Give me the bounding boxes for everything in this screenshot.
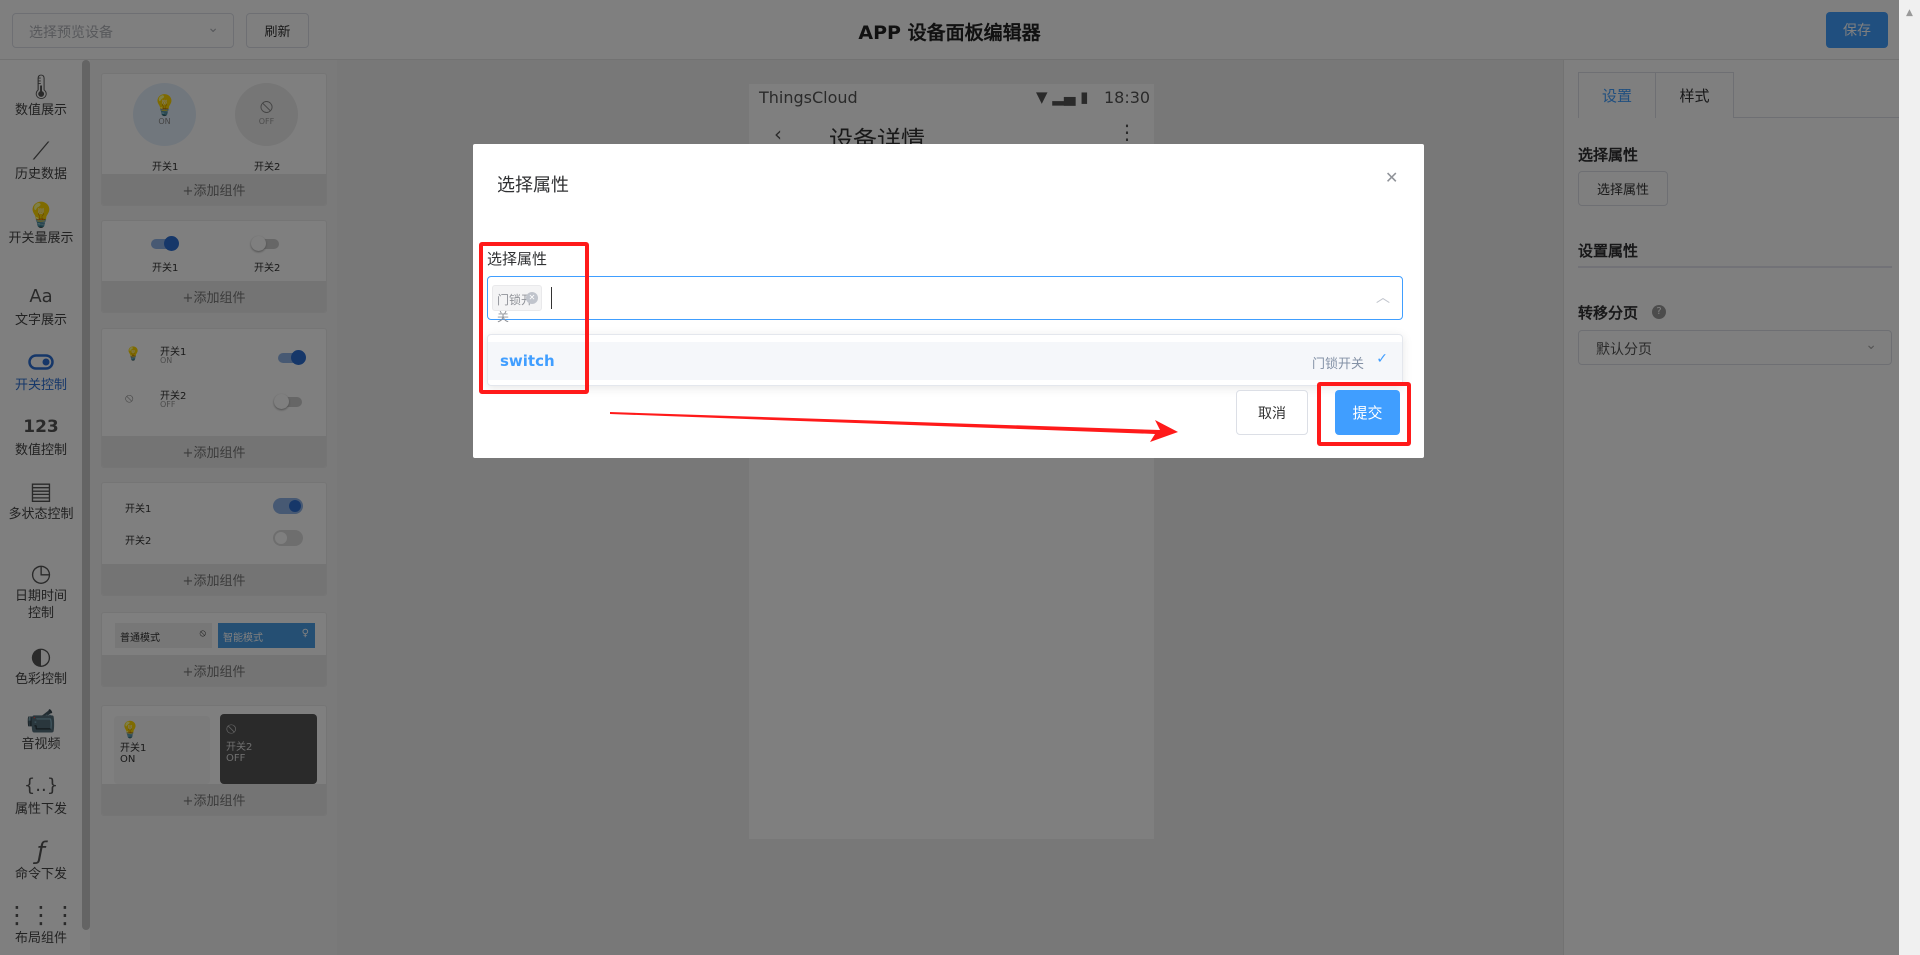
option-name: 门锁开关 xyxy=(1311,357,1364,372)
page-scrollbar[interactable]: ▲ xyxy=(1899,0,1920,955)
option-switch[interactable]: switch 门锁开关 ✓ xyxy=(488,342,1402,380)
scroll-up-icon[interactable]: ▲ xyxy=(1899,8,1920,18)
chevron-up-icon: ︿ xyxy=(1376,290,1390,306)
annotation-box-property xyxy=(479,242,589,394)
cancel-button[interactable]: 取消 xyxy=(1236,390,1308,435)
annotation-arrow xyxy=(610,412,1178,442)
annotation-box-submit xyxy=(1317,382,1411,446)
property-dropdown: switch 门锁开关 ✓ xyxy=(487,334,1403,386)
close-icon[interactable]: ✕ xyxy=(1385,168,1398,187)
dialog-title: 选择属性 xyxy=(497,175,569,196)
check-icon: ✓ xyxy=(1376,351,1388,367)
property-multiselect[interactable]: 门锁开关 ✕ ︿ xyxy=(487,276,1403,324)
